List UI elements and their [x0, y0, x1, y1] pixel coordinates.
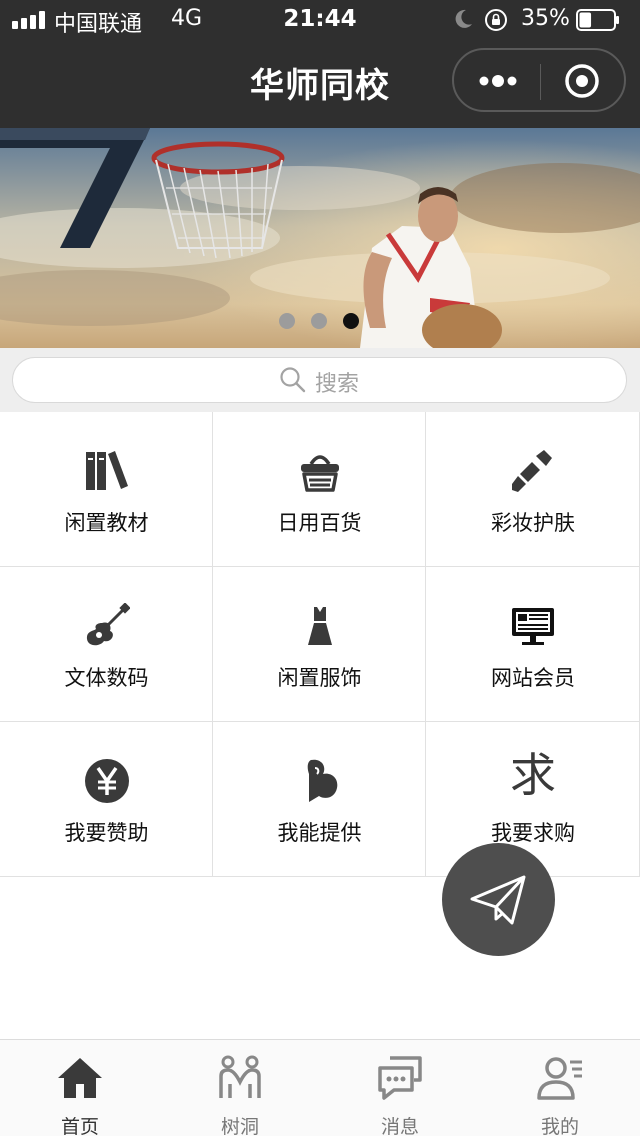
tab-profile[interactable]: 我的 — [480, 1040, 640, 1136]
menu-capsule — [452, 48, 626, 112]
category-clothing[interactable]: 闲置服饰 — [213, 567, 426, 722]
rotation-lock-icon — [485, 9, 507, 31]
bottom-tab-bar: 首页 树洞 消息 我的 — [0, 1039, 640, 1136]
lipstick-icon — [512, 450, 552, 492]
tab-treehole[interactable]: 树洞 — [160, 1040, 320, 1136]
books-icon — [86, 451, 128, 490]
monitor-icon — [512, 608, 554, 645]
category-want-to-buy[interactable]: 求 我要求购 — [426, 722, 640, 877]
banner-carousel[interactable] — [0, 128, 640, 348]
tab-label: 我的 — [540, 1116, 579, 1136]
category-label: 日用百货 — [277, 511, 362, 535]
moon-icon — [455, 9, 472, 28]
category-label: 网站会员 — [491, 666, 575, 690]
category-label: 我能提供 — [277, 821, 362, 845]
people-icon — [219, 1055, 261, 1098]
category-sponsor[interactable]: 我要赞助 — [0, 722, 213, 877]
search-placeholder: 搜索 — [315, 372, 360, 397]
search-input[interactable]: 搜索 — [12, 357, 627, 403]
carousel-dot[interactable] — [311, 313, 327, 329]
more-dots-icon — [479, 75, 517, 87]
tab-label: 树洞 — [220, 1116, 259, 1136]
category-label: 我要求购 — [491, 821, 575, 845]
dress-icon — [308, 607, 332, 645]
home-icon — [58, 1058, 102, 1098]
category-label: 我要赞助 — [64, 821, 149, 845]
app-page: 中国联通 4G 21:44 35% 华师同校 搜索 闲置教材 日用百货 彩妆护肤… — [0, 0, 640, 1136]
close-button[interactable] — [541, 50, 626, 110]
more-button[interactable] — [454, 50, 540, 110]
tab-label: 消息 — [380, 1116, 419, 1136]
category-sports-digital[interactable]: 文体数码 — [0, 567, 213, 722]
battery-percent: 35% — [521, 6, 570, 31]
chat-icon — [378, 1056, 422, 1100]
app-header: 中国联通 4G 21:44 35% 华师同校 — [0, 0, 640, 128]
category-label: 彩妆护肤 — [491, 511, 575, 535]
category-label: 文体数码 — [64, 666, 149, 690]
tab-label: 首页 — [60, 1116, 99, 1136]
muscle-arm-icon — [307, 759, 338, 802]
category-books[interactable]: 闲置教材 — [0, 412, 213, 567]
category-cosmetics[interactable]: 彩妆护肤 — [426, 412, 640, 567]
category-label: 闲置服饰 — [277, 666, 362, 690]
category-daily-goods[interactable]: 日用百货 — [213, 412, 426, 567]
category-provide[interactable]: 我能提供 — [213, 722, 426, 877]
paper-plane-icon — [470, 875, 526, 925]
battery-icon — [576, 9, 619, 31]
qiu-char-icon: 求 — [510, 748, 556, 802]
category-grid: 闲置教材 日用百货 彩妆护肤 文体数码 闲置服饰 网站会员 我要赞助 我能提供 … — [0, 412, 640, 878]
shopping-basket-icon — [301, 455, 339, 492]
target-close-icon — [565, 64, 599, 98]
tab-home[interactable]: 首页 — [0, 1040, 160, 1136]
carousel-dot[interactable] — [279, 313, 295, 329]
search-icon — [280, 367, 306, 393]
publish-fab[interactable] — [442, 843, 555, 956]
search-bar-area: 搜索 — [0, 348, 640, 412]
tab-messages[interactable]: 消息 — [320, 1040, 480, 1136]
category-membership[interactable]: 网站会员 — [426, 567, 640, 722]
category-label: 闲置教材 — [64, 511, 149, 535]
yen-coin-icon — [85, 759, 129, 803]
carousel-dot-active[interactable] — [343, 313, 359, 329]
profile-icon — [537, 1057, 582, 1100]
carousel-indicators — [279, 311, 361, 329]
status-bar: 中国联通 4G 21:44 35% — [0, 0, 640, 40]
guitar-icon — [86, 603, 130, 646]
